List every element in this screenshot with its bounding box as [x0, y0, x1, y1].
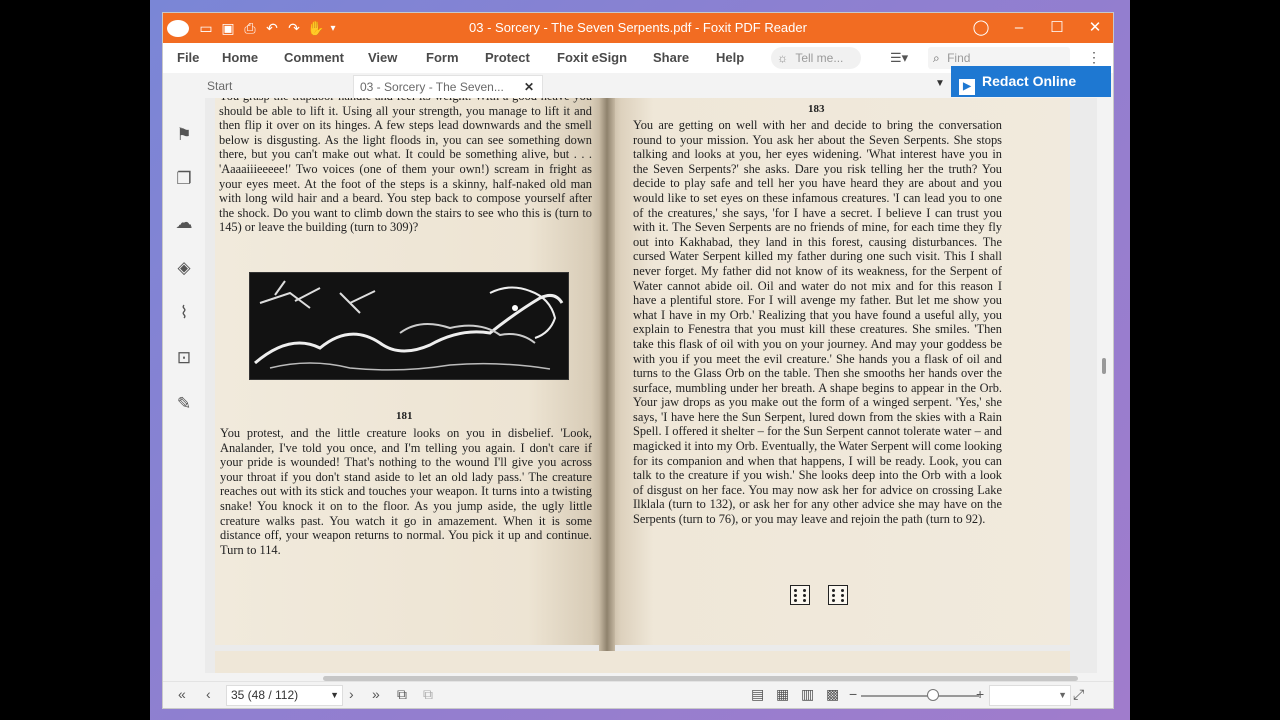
single-page-icon[interactable]: ▤: [751, 686, 764, 703]
continuous-page-icon[interactable]: ▦: [776, 686, 789, 703]
first-page-icon[interactable]: «: [178, 686, 186, 702]
bookmark-icon[interactable]: ⚑: [174, 125, 194, 145]
menu-comment[interactable]: Comment: [284, 50, 344, 65]
tab-document-label: 03 - Sorcery - The Seven...: [360, 80, 504, 94]
menu-file[interactable]: File: [177, 50, 199, 65]
security-icon[interactable]: ⊡: [174, 348, 194, 368]
zoom-slider[interactable]: [861, 695, 979, 697]
more-options-icon[interactable]: ⋮: [1087, 49, 1101, 66]
maximize-button[interactable]: ☐: [1039, 13, 1075, 43]
menu-home[interactable]: Home: [222, 50, 258, 65]
dice-icon: [790, 585, 810, 605]
redact-icon: ▶: [959, 79, 975, 95]
pages-icon[interactable]: ❐: [174, 169, 194, 189]
tell-me-box[interactable]: ☼ Tell me...: [771, 47, 861, 69]
page-number-value: 35 (48 / 112): [231, 688, 299, 702]
page-number-field[interactable]: 35 (48 / 112) ▼: [226, 685, 343, 706]
foxit-window: G ▭ ▣ ⎙ ↶ ↷ ✋ ▾ 03 - Sorcery - The Seven…: [163, 13, 1113, 708]
search-options-icon[interactable]: ☰▾: [890, 50, 908, 66]
page-dropdown-icon[interactable]: ▼: [330, 686, 339, 705]
previous-view-icon[interactable]: ⧉: [397, 686, 407, 703]
facing-page-icon[interactable]: ▥: [801, 686, 814, 703]
tell-me-placeholder: Tell me...: [795, 51, 844, 65]
vertical-scrollbar[interactable]: [1097, 98, 1113, 673]
menu-view[interactable]: View: [368, 50, 397, 65]
tab-start[interactable]: Start: [203, 75, 347, 98]
zoom-level-field[interactable]: ▼: [989, 685, 1071, 706]
menu-foxit-esign[interactable]: Foxit eSign: [557, 50, 627, 65]
find-placeholder: Find: [947, 51, 971, 65]
zoom-in-icon[interactable]: +: [976, 686, 984, 702]
menu-protect[interactable]: Protect: [485, 50, 530, 65]
tab-close-icon[interactable]: ✕: [524, 76, 534, 99]
attachment-icon[interactable]: ⌇: [174, 303, 194, 323]
document-viewer[interactable]: You grasp the trapdoor handle and feel i…: [205, 98, 1097, 673]
next-view-icon[interactable]: ⧉: [423, 686, 433, 703]
tab-document[interactable]: 03 - Sorcery - The Seven... ✕: [353, 75, 543, 99]
zoom-out-icon[interactable]: −: [849, 686, 857, 702]
close-button[interactable]: ✕: [1077, 13, 1113, 43]
menu-help[interactable]: Help: [716, 50, 744, 65]
search-icon: ⌕: [933, 51, 940, 65]
last-page-icon[interactable]: »: [372, 686, 380, 702]
redact-online-label: Redact Online: [982, 73, 1077, 89]
right-section-paragraph: You are getting on well with her and dec…: [633, 118, 1002, 527]
tab-list-chevron-icon[interactable]: ▼: [935, 78, 945, 89]
left-top-paragraph: You grasp the trapdoor handle and feel i…: [219, 98, 592, 235]
right-book-page: 183 You are getting on well with her and…: [607, 98, 1070, 645]
illustration-drawing: [250, 273, 568, 379]
left-section-paragraph: You protest, and the little creature loo…: [220, 426, 592, 557]
layers-icon[interactable]: ◈: [174, 258, 194, 278]
status-bar: « ‹ 35 (48 / 112) ▼ › » ⧉ ⧉ ▤ ▦ ▥ ▩ − + …: [163, 681, 1113, 708]
minimize-button[interactable]: –: [1001, 13, 1037, 43]
illustration-image: [249, 272, 569, 380]
zoom-dropdown-icon[interactable]: ▼: [1058, 686, 1067, 705]
menu-form[interactable]: Form: [426, 50, 459, 65]
menu-share[interactable]: Share: [653, 50, 689, 65]
lightbulb-icon: ☼: [777, 51, 788, 65]
vertical-scroll-thumb[interactable]: [1102, 358, 1106, 374]
previous-page-icon[interactable]: ‹: [206, 686, 211, 702]
comment-icon[interactable]: ☁: [174, 213, 194, 233]
section-number-183: 183: [808, 103, 825, 115]
redact-online-button[interactable]: ▶ Redact Online: [951, 66, 1111, 97]
next-page-icon[interactable]: ›: [349, 686, 354, 702]
section-number-181: 181: [396, 410, 413, 422]
tab-start-label: Start: [207, 79, 233, 93]
pdf-page: You grasp the trapdoor handle and feel i…: [215, 98, 1070, 673]
zoom-slider-knob[interactable]: [926, 689, 939, 701]
signature-icon[interactable]: ✎: [174, 394, 194, 414]
title-bar: G ▭ ▣ ⎙ ↶ ↷ ✋ ▾ 03 - Sorcery - The Seven…: [163, 13, 1113, 43]
next-pdf-page: [215, 651, 1070, 673]
left-sidebar: ⚑ ❐ ☁ ◈ ⌇ ⊡ ✎ ▶: [163, 98, 211, 668]
book-gutter: [599, 98, 615, 673]
fullscreen-icon[interactable]: ⤢: [1073, 686, 1084, 703]
left-book-page: You grasp the trapdoor handle and feel i…: [215, 98, 607, 645]
continuous-facing-icon[interactable]: ▩: [826, 686, 839, 703]
account-icon[interactable]: ◯: [963, 13, 999, 43]
dice-icon: [828, 585, 848, 605]
